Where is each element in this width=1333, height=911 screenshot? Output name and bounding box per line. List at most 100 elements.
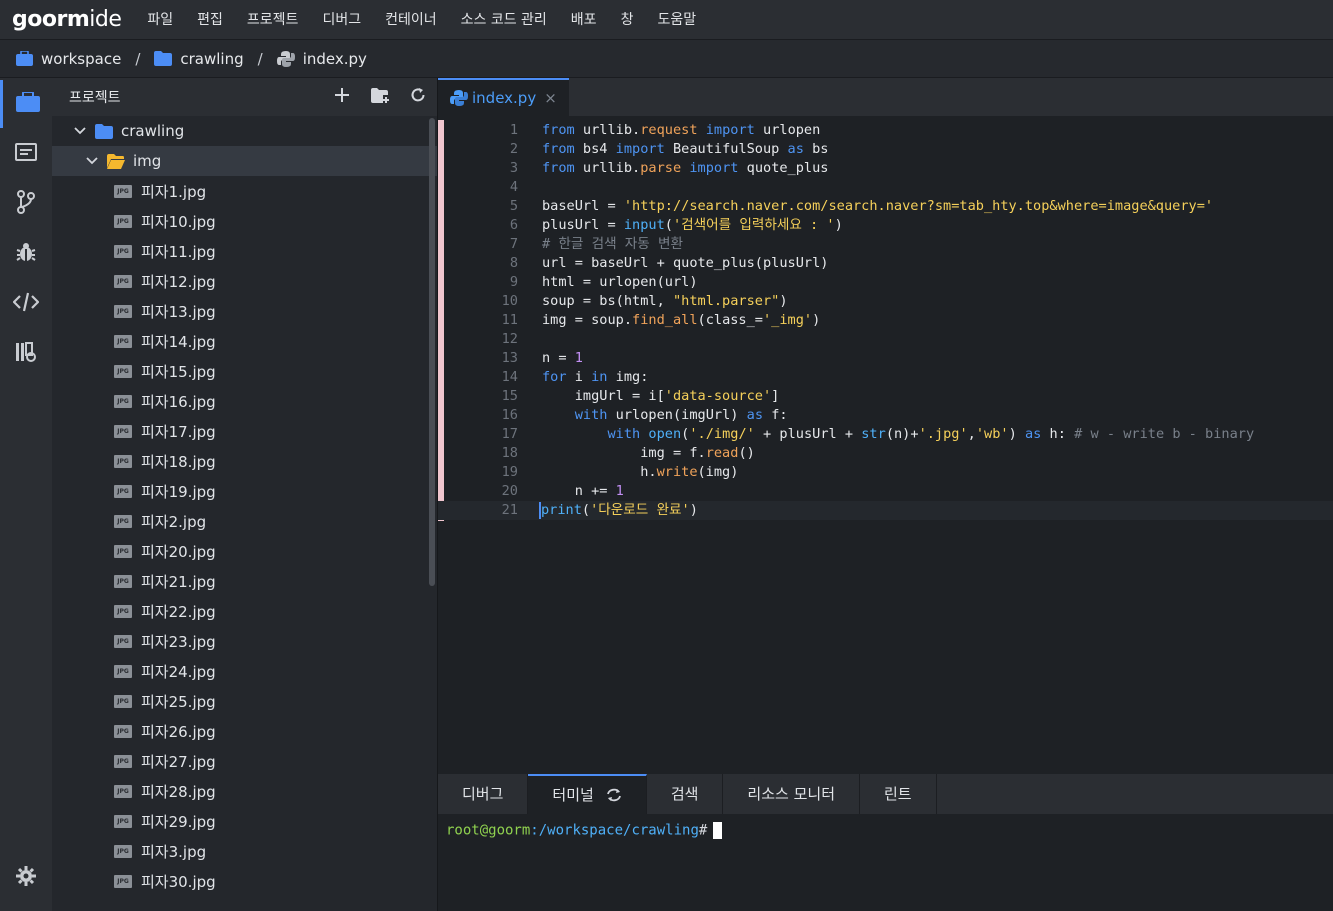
code-line: 18 img = f.read() [501,445,755,461]
tree-folder-crawling[interactable]: crawling [52,116,437,146]
menu-file[interactable]: 파일 [135,0,185,40]
tree-file-label: 피자3.jpg [141,842,207,861]
tab-search[interactable]: 검색 [647,774,724,814]
code-line: 3 from urllib.parse import quote_plus [509,160,829,176]
breadcrumb-file[interactable]: index.py [276,50,367,68]
code-line: 19 h.write(img) [501,464,739,480]
tree-file-item[interactable]: JPG 피자17.jpg [52,416,437,446]
tab-lint[interactable]: 린트 [860,774,937,814]
refresh-button[interactable] [399,78,437,116]
tab-debug[interactable]: 디버그 [438,774,529,814]
menu-window[interactable]: 창 [609,0,646,40]
briefcase-icon [16,51,33,66]
code-line: 8 url = baseUrl + quote_plus(plusUrl) [509,255,829,271]
new-file-button[interactable] [323,78,361,116]
folder-icon [154,51,173,66]
tree-file-label: 피자14.jpg [141,332,216,351]
outline-button[interactable] [0,130,52,178]
folder-icon [95,123,113,139]
menu-container[interactable]: 컨테이너 [373,0,449,40]
project-explorer-header: 프로젝트 [52,78,437,116]
code-editor[interactable]: 1 from urllib.request import urlopen 2 fro… [438,116,1333,774]
tree-file-label: 피자15.jpg [141,362,216,381]
tree-file-item[interactable]: JPG 피자16.jpg [52,386,437,416]
tree-file-item[interactable]: JPG 피자20.jpg [52,536,437,566]
tree-file-item[interactable]: JPG 피자3.jpg [52,836,437,866]
tree-file-item[interactable]: JPG 피자28.jpg [52,776,437,806]
jpg-file-icon: JPG [114,244,132,258]
terminal-cursor [713,822,723,839]
menu-debug[interactable]: 디버그 [310,0,373,40]
tree-file-item[interactable]: JPG 피자29.jpg [52,806,437,836]
tree-file-item[interactable]: JPG 피자22.jpg [52,596,437,626]
menu-deploy[interactable]: 배포 [559,0,609,40]
tree-file-label: 피자2.jpg [141,512,207,531]
tree-file-item[interactable]: JPG 피자27.jpg [52,746,437,776]
tree-file-item[interactable]: JPG 피자18.jpg [52,446,437,476]
tree-file-label: 피자30.jpg [141,872,216,891]
tab-terminal-label: 터미널 [552,786,594,804]
tree-file-item[interactable]: JPG 피자10.jpg [52,206,437,236]
project-explorer-button[interactable] [0,80,52,128]
breadcrumb-workspace[interactable]: workspace [16,50,121,68]
code-line: 4 [509,179,518,195]
tree-file-item[interactable]: JPG 피자11.jpg [52,236,437,266]
code-line: 15 imgUrl = i['data-source'] [501,388,780,404]
tree-file-label: 피자20.jpg [141,542,216,561]
file-list: JPG 피자1.jpg JPG 피자10.jpg JPG 피자11.jpg JPG 피자12.… [52,176,437,896]
bottom-panel-tabs: 디버그 터미널 검색 리소스 모니터 린트 [438,774,1333,814]
editor-tab-index-py[interactable]: index.py × [438,78,569,116]
code-line: 12 [501,331,518,347]
tree-file-item[interactable]: JPG 피자12.jpg [52,266,437,296]
tree-folder-img[interactable]: img [52,146,437,176]
plus-icon [335,88,349,106]
tree-file-item[interactable]: JPG 피자23.jpg [52,626,437,656]
source-control-button[interactable] [0,180,52,228]
tree-file-item[interactable]: JPG 피자24.jpg [52,656,437,686]
menu-source-control[interactable]: 소스 코드 관리 [449,0,559,40]
code-line: 20 n += 1 [501,483,624,499]
tree-file-label: 피자27.jpg [141,752,216,771]
tree-file-label: 피자1.jpg [141,182,207,201]
tab-terminal[interactable]: 터미널 [528,774,647,814]
tree-file-item[interactable]: JPG 피자2.jpg [52,506,437,536]
tree-file-item[interactable]: JPG 피자15.jpg [52,356,437,386]
tree-file-label: 피자11.jpg [141,242,216,261]
code-snippet-button[interactable] [0,280,52,328]
code-line: 17 with open('./img/' + plusUrl + str(n)… [501,426,1255,442]
code-line: 2 from bs4 import BeautifulSoup as bs [509,141,829,157]
goormide-logo[interactable]: goormide [12,7,122,32]
tree-file-label: 피자17.jpg [141,422,216,441]
tree-file-item[interactable]: JPG 피자21.jpg [52,566,437,596]
code-line: 7 # 한글 검색 자동 변환 [509,236,683,252]
tree-file-item[interactable]: JPG 피자26.jpg [52,716,437,746]
tree-file-item[interactable]: JPG 피자30.jpg [52,866,437,896]
close-tab-icon[interactable]: × [544,89,557,107]
jpg-file-icon: JPG [114,544,132,558]
tree-file-item[interactable]: JPG 피자1.jpg [52,176,437,206]
terminal[interactable]: root@goorm:/workspace/crawling# [438,814,1333,911]
tree-file-item[interactable]: JPG 피자19.jpg [52,476,437,506]
new-folder-button[interactable] [361,78,399,116]
menu-help[interactable]: 도움말 [645,0,708,40]
sidebar-scrollbar[interactable] [429,118,435,586]
tree-file-item[interactable]: JPG 피자13.jpg [52,296,437,326]
sync-icon[interactable] [606,788,622,802]
project-explorer: 프로젝트 crawling img JPG 피자1.jpg JPG 피자10.jpg J… [52,78,438,911]
tree-file-label: 피자28.jpg [141,782,216,801]
tree-file-item[interactable]: JPG 피자25.jpg [52,686,437,716]
settings-button[interactable] [0,854,52,902]
tab-resource-monitor[interactable]: 리소스 모니터 [723,774,860,814]
menu-project[interactable]: 프로젝트 [235,0,311,40]
tree-file-item[interactable]: JPG 피자14.jpg [52,326,437,356]
debug-button[interactable] [0,230,52,278]
library-button[interactable] [0,330,52,378]
bug-icon [15,241,37,267]
refresh-icon [410,87,426,107]
breadcrumb-crawling[interactable]: crawling [154,50,244,68]
tree-file-label: 피자10.jpg [141,212,216,231]
jpg-file-icon: JPG [114,574,132,588]
git-branch-icon [17,190,35,218]
gear-icon [15,865,37,891]
menu-edit[interactable]: 편집 [185,0,235,40]
